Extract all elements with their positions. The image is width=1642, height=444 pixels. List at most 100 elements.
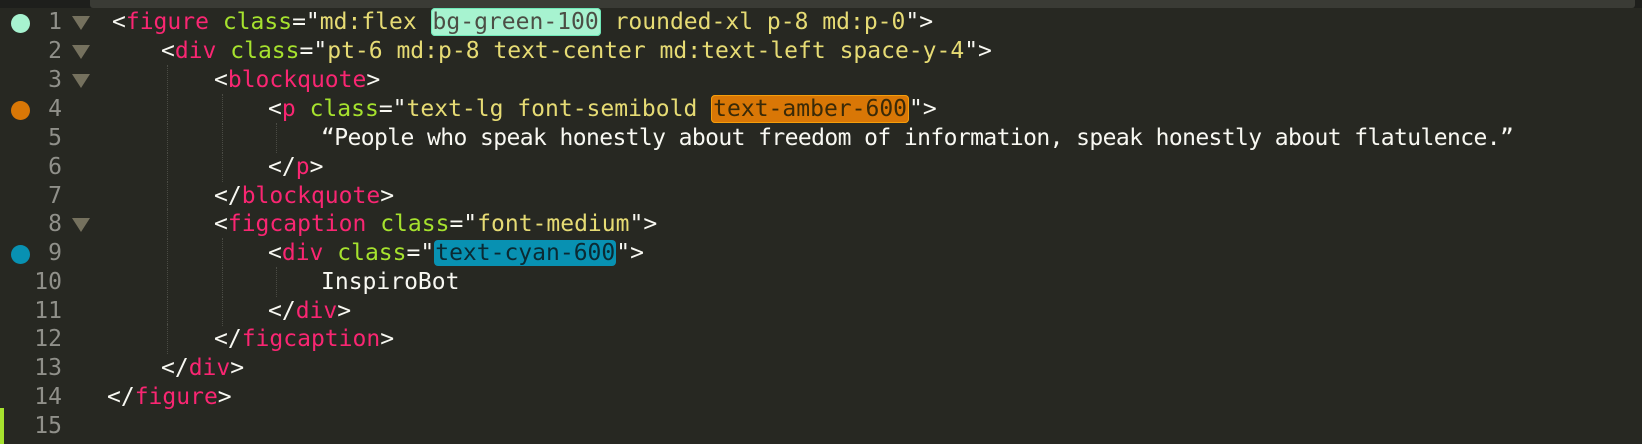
punctuation: < — [161, 38, 175, 64]
color-class-highlight: bg-green-100 — [430, 8, 601, 36]
code-line[interactable]: 6 </p> — [0, 152, 1642, 182]
indent-guide — [167, 209, 168, 239]
punctuation: </ — [268, 298, 296, 324]
punctuation: > — [217, 384, 232, 410]
fold-arrow-icon[interactable] — [72, 45, 90, 59]
punctuation: > — [380, 183, 395, 209]
punctuation: "> — [964, 38, 992, 64]
line-number: 13 — [34, 355, 62, 381]
indent-guide — [167, 123, 168, 153]
code-line[interactable]: 10 InspiroBot — [0, 267, 1642, 297]
fold-arrow-icon[interactable] — [72, 16, 90, 30]
punctuation: </ — [161, 355, 189, 381]
punctuation: < — [268, 96, 282, 122]
tag-name: p — [281, 96, 296, 122]
text-content: “People who speak honestly about freedom… — [321, 125, 1514, 151]
indent-guide — [276, 267, 277, 297]
indent-guide — [167, 296, 168, 326]
attribute-value: rounded-xl p-8 md:p-0 — [600, 9, 906, 35]
fold-arrow-icon[interactable] — [72, 74, 90, 88]
indent-guide — [222, 238, 223, 268]
code-line[interactable]: 9 <div class="text-cyan-600"> — [0, 238, 1642, 268]
line-number: 14 — [34, 384, 62, 410]
punctuation: "> — [616, 240, 644, 266]
punctuation: =" — [292, 9, 320, 35]
line-number: 4 — [48, 96, 62, 122]
code-line[interactable]: 13 </div> — [0, 353, 1642, 383]
attribute-value: pt-6 md:p-8 text-center md:text-left spa… — [327, 38, 965, 64]
indent-guide — [276, 123, 277, 153]
punctuation: "> — [629, 211, 658, 237]
punctuation: =" — [449, 211, 478, 237]
code-line[interactable]: 12 </figcaption> — [0, 324, 1642, 354]
tag-name: div — [295, 298, 338, 324]
punctuation: < — [112, 9, 126, 35]
tag-name: figcaption — [227, 211, 367, 237]
line-number: 10 — [34, 269, 62, 295]
code-line[interactable]: 3 <blockquote> — [0, 65, 1642, 95]
punctuation: "> — [909, 96, 937, 122]
code-line[interactable]: 4 <p class="text-lg font-semibold text-a… — [0, 94, 1642, 124]
attribute-name: class — [222, 9, 293, 35]
indent-guide — [222, 267, 223, 297]
tag-name: p — [295, 154, 310, 180]
code-line[interactable]: 8 <figcaption class="font-medium"> — [0, 209, 1642, 239]
punctuation: </ — [268, 154, 296, 180]
code-text: </div> — [268, 298, 351, 324]
color-class-highlight: text-amber-600 — [711, 95, 910, 123]
line-number: 6 — [48, 154, 62, 180]
code-text: <div class="pt-6 md:p-8 text-center md:t… — [161, 38, 992, 64]
line-number: 5 — [48, 125, 62, 151]
code-text: </blockquote> — [214, 183, 394, 209]
code-line[interactable]: 15 — [0, 411, 1642, 441]
punctuation: </ — [107, 384, 135, 410]
indent-guide — [167, 324, 168, 354]
line-number: 8 — [48, 211, 62, 237]
indent-guide — [167, 65, 168, 95]
code-editor[interactable]: 1 <figure class="md:flex bg-green-100 ro… — [0, 0, 1642, 444]
attribute-value: text-lg font-semibold — [406, 96, 712, 122]
code-line[interactable]: 2 <div class="pt-6 md:p-8 text-center md… — [0, 36, 1642, 66]
code-text: </figure> — [107, 384, 232, 410]
punctuation: < — [214, 67, 228, 93]
indent-guide — [222, 152, 223, 182]
text-content: InspiroBot — [321, 269, 460, 295]
code-text: </p> — [268, 154, 323, 180]
color-swatch-icon — [11, 101, 30, 120]
code-text: <blockquote> — [214, 67, 380, 93]
punctuation: < — [214, 211, 228, 237]
attribute-name: class — [230, 38, 300, 64]
line-number: 15 — [34, 413, 62, 439]
line-number: 12 — [34, 326, 62, 352]
attribute-value: md:flex — [319, 9, 431, 35]
color-swatch-icon — [11, 14, 30, 33]
code-line[interactable]: 14 </figure> — [0, 382, 1642, 412]
color-swatch-icon — [11, 245, 30, 264]
fold-arrow-icon[interactable] — [72, 218, 90, 232]
code-text: <p class="text-lg font-semibold text-amb… — [268, 95, 937, 123]
punctuation: > — [230, 355, 245, 381]
punctuation: =" — [299, 38, 328, 64]
punctuation: > — [366, 67, 381, 93]
punctuation: < — [268, 240, 282, 266]
indent-guide — [167, 267, 168, 297]
tag-name: blockquote — [241, 183, 381, 209]
punctuation: =" — [378, 96, 407, 122]
line-number: 11 — [34, 298, 62, 324]
code-text: <figure class="md:flex bg-green-100 roun… — [112, 8, 934, 36]
code-line[interactable]: 11 </div> — [0, 296, 1642, 326]
attribute-name: class — [380, 211, 450, 237]
punctuation: "> — [905, 9, 934, 35]
code-line[interactable]: 1 <figure class="md:flex bg-green-100 ro… — [0, 7, 1642, 37]
indent-guide — [222, 123, 223, 153]
modified-line-indicator — [0, 408, 4, 444]
code-text: </figcaption> — [214, 326, 394, 352]
attribute-name: class — [309, 96, 379, 122]
code-text: </div> — [161, 355, 244, 381]
tag-name: figure — [134, 384, 218, 410]
line-number: 1 — [48, 9, 62, 35]
line-number: 9 — [48, 240, 62, 266]
tag-name: div — [281, 240, 324, 266]
code-line[interactable]: 7 </blockquote> — [0, 181, 1642, 211]
code-line[interactable]: 5 “People who speak honestly about freed… — [0, 123, 1642, 153]
